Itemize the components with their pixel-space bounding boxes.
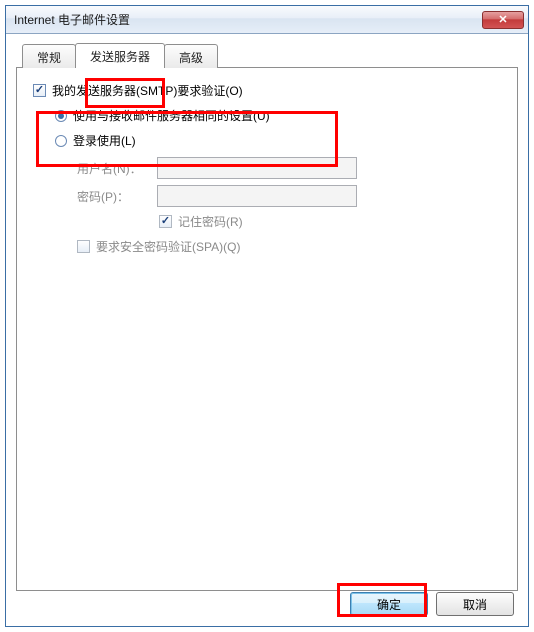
tab-panel: 我的发送服务器(SMTP)要求验证(O) 使用与接收邮件服务器相同的设置(U) … (16, 67, 518, 591)
tab-label: 常规 (37, 51, 61, 65)
dialog-buttons: 确定 取消 (350, 592, 514, 616)
smtp-auth-row: 我的发送服务器(SMTP)要求验证(O) (33, 82, 501, 99)
window-body: 常规 发送服务器 高级 我的发送服务器(SMTP)要求验证(O) 使用与接收邮件… (6, 34, 528, 626)
username-label: 用户名(N)： (77, 160, 157, 177)
remember-password-label: 记住密码(R) (178, 213, 243, 230)
spa-checkbox[interactable] (77, 240, 90, 253)
tab-general[interactable]: 常规 (22, 44, 76, 68)
username-row: 用户名(N)： (77, 157, 501, 179)
radio-login-row: 登录使用(L) (55, 132, 501, 149)
ok-button-label: 确定 (377, 596, 401, 613)
tab-outgoing-server[interactable]: 发送服务器 (75, 43, 165, 68)
tabs-row: 常规 发送服务器 高级 (16, 44, 518, 68)
password-label: 密码(P)： (77, 188, 157, 205)
smtp-auth-checkbox[interactable] (33, 84, 46, 97)
close-icon: ✕ (498, 13, 507, 26)
tab-label: 发送服务器 (90, 50, 150, 64)
smtp-auth-label: 我的发送服务器(SMTP)要求验证(O) (52, 82, 243, 99)
spa-row: 要求安全密码验证(SPA)(Q) (77, 238, 501, 255)
remember-password-checkbox[interactable] (159, 215, 172, 228)
tab-advanced[interactable]: 高级 (164, 44, 218, 68)
radio-same-settings[interactable] (55, 110, 67, 122)
username-input[interactable] (157, 157, 357, 179)
spa-label: 要求安全密码验证(SPA)(Q) (96, 238, 240, 255)
radio-login-with[interactable] (55, 135, 67, 147)
tab-label: 高级 (179, 51, 203, 65)
window-title: Internet 电子邮件设置 (14, 11, 482, 28)
cancel-button[interactable]: 取消 (436, 592, 514, 616)
email-settings-window: Internet 电子邮件设置 ✕ 常规 发送服务器 高级 我的发送服务器(SM… (5, 5, 529, 627)
password-row: 密码(P)： (77, 185, 501, 207)
ok-button[interactable]: 确定 (350, 592, 428, 616)
cancel-button-label: 取消 (463, 596, 487, 613)
radio-same-settings-row: 使用与接收邮件服务器相同的设置(U) (55, 107, 501, 124)
remember-password-row: 记住密码(R) (159, 213, 501, 230)
password-input[interactable] (157, 185, 357, 207)
radio-login-with-label: 登录使用(L) (73, 132, 136, 149)
close-button[interactable]: ✕ (482, 11, 524, 29)
titlebar: Internet 电子邮件设置 ✕ (6, 6, 528, 34)
radio-same-settings-label: 使用与接收邮件服务器相同的设置(U) (73, 107, 270, 124)
